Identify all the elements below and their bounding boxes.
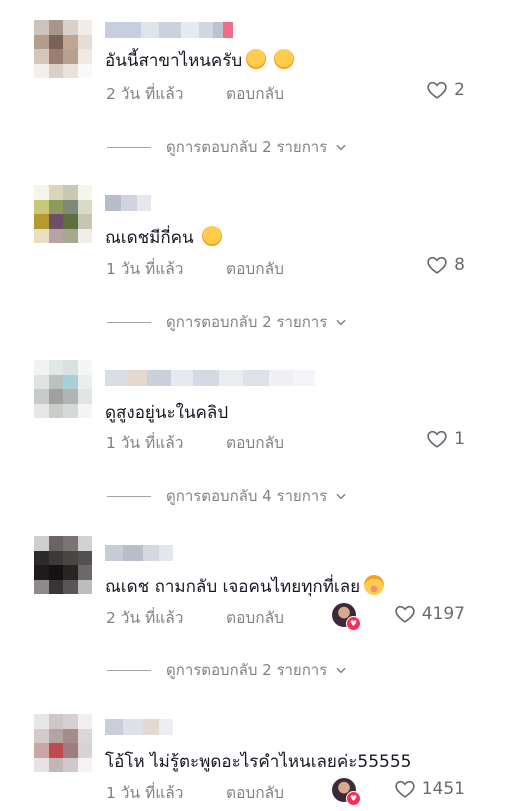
chevron-down-icon (336, 319, 346, 326)
divider-line (107, 495, 151, 497)
chevron-down-icon (336, 667, 346, 674)
avatar[interactable] (34, 185, 92, 243)
view-replies-button[interactable]: ดูการตอบกลับ 2 รายการ (107, 310, 348, 334)
like-button[interactable]: 1451 (394, 778, 465, 800)
like-button[interactable]: 1 (426, 428, 465, 450)
heart-filled-icon: ♥ (346, 616, 361, 631)
divider-line (107, 669, 151, 671)
comment-text: อันนี้สาขาไหนครับ (105, 47, 295, 74)
heart-filled-icon: ♥ (346, 791, 361, 806)
heart-outline-icon (427, 430, 447, 448)
view-replies-button[interactable]: ดูการตอบกลับ 2 รายการ (107, 135, 348, 159)
heart-outline-icon (427, 256, 447, 274)
comment-text: ดูสูงอยู่นะในคลิป (105, 403, 229, 423)
grinning-face-icon (201, 226, 222, 246)
view-replies-button[interactable]: ดูการตอบกลับ 4 รายการ (107, 484, 348, 508)
creator-liked-badge: ♥ (332, 603, 361, 631)
username-blurred[interactable] (105, 195, 151, 211)
creator-liked-badge: ♥ (332, 778, 361, 806)
like-count: 4197 (421, 604, 465, 624)
reply-button[interactable]: ตอบกลับ (226, 256, 284, 281)
heart-outline-icon (395, 605, 415, 623)
avatar[interactable] (34, 20, 92, 78)
comment-time: 1 วัน ที่แล้ว (106, 260, 184, 278)
like-count: 1 (454, 429, 465, 449)
grinning-face-icon (274, 49, 295, 69)
chevron-down-icon (336, 144, 346, 151)
reply-button[interactable]: ตอบกลับ (226, 780, 284, 805)
heart-outline-icon (395, 780, 415, 798)
divider-line (107, 146, 151, 148)
reply-button[interactable]: ตอบกลับ (226, 81, 284, 106)
like-count: 1451 (421, 779, 465, 799)
username-blurred[interactable] (105, 545, 173, 561)
like-count: 8 (454, 255, 465, 275)
comment-text: ณเดช ถามกลับ เจอคนไทยทุกที่เลย (105, 573, 385, 600)
avatar[interactable] (34, 536, 92, 594)
reply-button[interactable]: ตอบกลับ (226, 430, 284, 455)
comment-time: 1 วัน ที่แล้ว (106, 434, 184, 452)
chevron-down-icon (336, 493, 346, 500)
comment-time: 2 วัน ที่แล้ว (106, 609, 184, 627)
like-count: 2 (454, 80, 465, 100)
username-blurred[interactable] (105, 22, 233, 38)
flushed-face-icon (364, 575, 385, 595)
avatar[interactable] (34, 360, 92, 418)
heart-outline-icon (427, 81, 447, 99)
comment-time: 1 วัน ที่แล้ว (106, 784, 184, 802)
username-blurred[interactable] (105, 370, 315, 386)
like-button[interactable]: 2 (426, 79, 465, 101)
reply-button[interactable]: ตอบกลับ (226, 605, 284, 630)
like-button[interactable]: 4197 (394, 603, 465, 625)
like-button[interactable]: 8 (426, 254, 465, 276)
username-blurred[interactable] (105, 719, 173, 735)
grinning-face-icon (246, 49, 267, 69)
comment-text: โอ้โห ไม่รู้ตะพูดอะไรคำไหนเลยค่ะ55555 (105, 752, 412, 772)
comment-text: ณเดชมีกี่คน (105, 224, 222, 251)
avatar[interactable] (34, 714, 92, 772)
view-replies-button[interactable]: ดูการตอบกลับ 2 รายการ (107, 658, 348, 682)
comment-time: 2 วัน ที่แล้ว (106, 85, 184, 103)
divider-line (107, 321, 151, 323)
